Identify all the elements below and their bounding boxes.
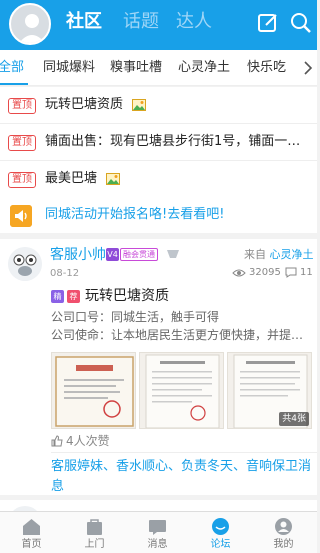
vip-level-badge: V4: [106, 248, 119, 261]
announcement-text: 同城活动开始报名咯!去看看吧!: [45, 207, 225, 222]
forum-icon: [212, 518, 229, 535]
featured-tag: 精: [51, 290, 64, 303]
nav-messages[interactable]: 消息: [126, 512, 189, 553]
category-tab-food[interactable]: 快乐吃: [247, 59, 286, 77]
nav-home[interactable]: 首页: [0, 512, 63, 553]
medal-icon: [167, 250, 179, 258]
active-tab-indicator: [0, 83, 28, 85]
pinned-badge: 置顶: [8, 135, 36, 151]
post-excerpt-line: 公司口号：同城生活，触手可得: [51, 310, 220, 324]
author-avatar[interactable]: [8, 247, 42, 281]
post-excerpt-line: 公司使命：让本地居民生活更方便快捷，并提供全…: [51, 328, 313, 342]
bottom-nav: 首页 上门 消息 论坛 我的: [0, 511, 317, 553]
home-icon: [23, 519, 40, 535]
nav-label: 上门: [84, 539, 105, 550]
avatar-placeholder-icon: [19, 14, 45, 43]
category-tab-soul[interactable]: 心灵净土: [178, 59, 230, 77]
post-card[interactable]: 客服小帅 V4 融会贯通 来自 心灵净土 08-12 32095 11 精 荐 …: [0, 239, 317, 495]
view-count: 32095: [249, 267, 281, 278]
top-header: 社区 话题 达人: [0, 0, 317, 50]
bag-icon: [87, 519, 102, 535]
pinned-item[interactable]: 置顶 玩转巴塘资质: [0, 87, 317, 124]
category-tab-all[interactable]: 全部: [0, 59, 24, 77]
business-license-image: [55, 356, 134, 427]
category-tab-complaints[interactable]: 糗事吐槽: [110, 59, 162, 77]
liked-users-list[interactable]: 客服婷妹、香水顺心、负责冬天、音响保卫消息: [51, 457, 313, 497]
pinned-badge: 置顶: [8, 98, 36, 114]
image-icon: [132, 99, 146, 111]
nav-label: 论坛: [210, 539, 231, 550]
post-title[interactable]: 玩转巴塘资质: [85, 286, 169, 306]
nav-label: 我的: [273, 539, 294, 550]
pinned-item[interactable]: 置顶 铺面出售：现有巴塘县步行街1号，铺面一…: [0, 124, 317, 161]
recommended-tag: 荐: [67, 290, 80, 303]
pinned-title: 铺面出售：现有巴塘县步行街1号，铺面一…: [45, 134, 301, 149]
post-source: 来自 心灵净土: [244, 248, 314, 262]
rank-badge: 融会贯通: [120, 248, 158, 261]
category-tab-local-news[interactable]: 同城爆料: [43, 59, 95, 77]
image-icon: [106, 173, 120, 185]
comment-count: 11: [300, 267, 313, 278]
image-count-badge: 共4张: [279, 412, 309, 426]
from-label: 来自: [244, 248, 266, 261]
nav-service[interactable]: 上门: [63, 512, 126, 553]
license-document-image: [145, 354, 220, 428]
nav-profile[interactable]: 我的: [252, 512, 315, 553]
thumbs-up-icon[interactable]: [51, 435, 63, 447]
author-name[interactable]: 客服小帅: [50, 246, 106, 264]
divider: [51, 452, 317, 453]
post-date: 08-12: [50, 268, 80, 279]
speaker-icon: [10, 205, 32, 227]
nav-label: 消息: [147, 539, 168, 550]
pinned-title: 最美巴塘: [45, 171, 98, 186]
announcement-bar[interactable]: 同城活动开始报名咯!去看看吧!: [0, 197, 317, 233]
tab-community[interactable]: 社区: [66, 11, 102, 33]
edit-icon[interactable]: [256, 11, 280, 35]
like-count: 4人次赞: [66, 434, 110, 448]
user-avatar[interactable]: [9, 3, 51, 45]
pinned-title: 玩转巴塘资质: [45, 97, 124, 112]
nav-forum[interactable]: 论坛: [189, 512, 252, 553]
profile-icon: [275, 518, 292, 535]
tab-topics[interactable]: 话题: [123, 11, 159, 33]
category-tabs: 全部 同城爆料 糗事吐槽 心灵净土 快乐吃: [0, 50, 317, 86]
eye-icon: [232, 269, 246, 277]
post-image-thumbnail[interactable]: 共4张: [227, 352, 312, 429]
chevron-right-icon[interactable]: [301, 58, 315, 78]
post-image-thumbnail[interactable]: [139, 352, 224, 429]
comment-icon: [285, 267, 297, 278]
post-image-thumbnail[interactable]: [51, 352, 136, 429]
tab-experts[interactable]: 达人: [176, 11, 212, 33]
pinned-badge: 置顶: [8, 172, 36, 188]
message-icon: [149, 520, 166, 535]
search-icon[interactable]: [289, 11, 313, 35]
source-forum-link[interactable]: 心灵净土: [270, 248, 314, 261]
pinned-item[interactable]: 置顶 最美巴塘: [0, 161, 317, 198]
nav-label: 首页: [21, 539, 42, 550]
